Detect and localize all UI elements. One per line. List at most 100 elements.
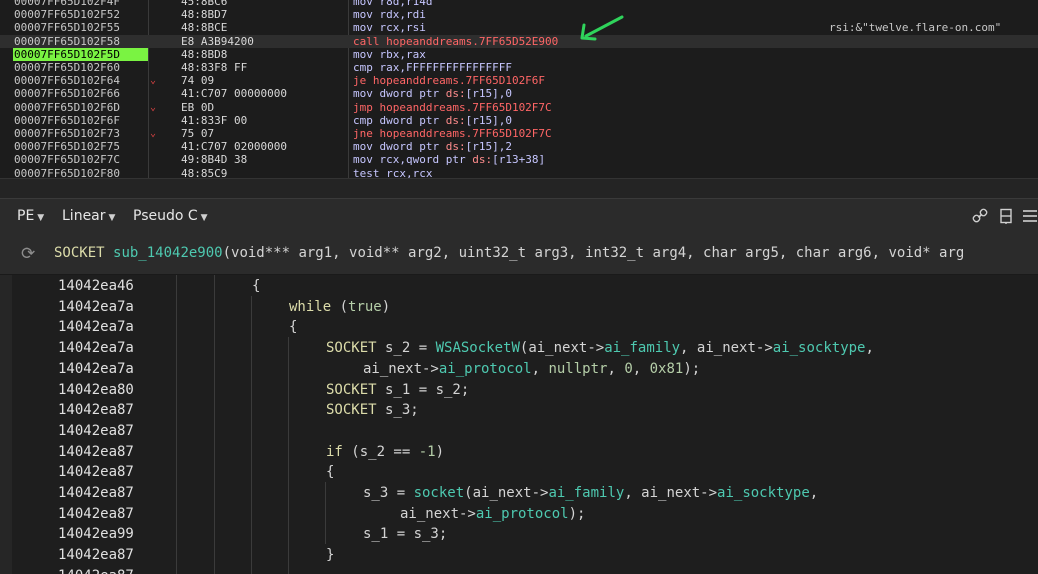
disasm-instruction[interactable]: cmp dword ptr ds:[r15],0 [353,114,512,127]
code-address[interactable]: 14042ea87 [58,400,134,421]
disasm-row[interactable]: 00007FF65D102F55 48:8BCE mov rcx,rsi rsi:&"… [0,21,1038,34]
code-line[interactable]: 14042ea7a SOCKET s_2 = WSASocketW(ai_next… [0,338,1038,359]
code-line[interactable]: 14042ea87 [0,421,1038,442]
code-address[interactable]: 14042ea7a [58,338,134,359]
disasm-instruction[interactable]: mov dword ptr ds:[r15],0 [353,87,512,100]
code-address[interactable]: 14042ea87 [58,442,134,463]
code-text[interactable]: } [326,545,334,566]
code-text[interactable]: ai_next->ai_protocol); [400,504,585,525]
code-address[interactable]: 14042ea99 [58,524,134,545]
disasm-instruction[interactable]: mov r8d,r14d [353,0,432,8]
code-text[interactable]: { [326,462,334,483]
disasm-instruction[interactable]: jne hopeanddreams.7FF65D102F7C [353,127,552,140]
code-line[interactable]: 14042ea7a { [0,317,1038,338]
disasm-row[interactable]: 00007FF65D102F5D 48:8BD8 mov rbx,rax [0,47,1038,61]
disasm-instruction[interactable]: mov rcx,qword ptr ds:[r13+38] [353,153,545,166]
link-icon[interactable] [972,208,988,224]
refresh-icon[interactable]: ⟳ [21,244,35,264]
code-address[interactable]: 14042ea87 [58,462,134,483]
disasm-address[interactable]: 00007FF65D102F75 [14,140,148,153]
code-line[interactable]: 14042ea80 SOCKET s_1 = s_2; [0,380,1038,401]
code-text[interactable]: while (true) [289,297,390,318]
code-address[interactable]: 14042ea7a [58,297,134,318]
pane-splitter[interactable] [0,178,1038,199]
code-address[interactable]: 14042ea87 [58,545,134,566]
code-text[interactable]: s_3 = socket(ai_next->ai_family, ai_next… [363,483,818,504]
disasm-instruction[interactable]: mov rdx,rdi [353,8,426,21]
code-text[interactable]: SOCKET s_1 = s_2; [326,380,469,401]
disasm-address[interactable]: 00007FF65D102F66 [14,87,148,100]
disasm-instruction[interactable]: mov rbx,rax [353,48,426,61]
code-address[interactable]: 14042ea7a [58,359,134,380]
code-address[interactable]: 14042ea46 [58,276,134,297]
code-line[interactable]: 14042ea87 s_3 = socket(ai_next->ai_family… [0,483,1038,504]
disasm-row[interactable]: 00007FF65D102F75 41:C707 02000000 mov dwor… [0,140,1038,153]
code-address[interactable]: 14042ea87 [58,566,134,574]
code-line[interactable]: 14042ea87 [0,566,1038,574]
disasm-address[interactable]: 00007FF65D102F7C [14,153,148,166]
code-text[interactable]: { [252,276,260,297]
jump-arrow-icon: ⌄ [150,75,157,87]
language-dropdown[interactable]: Pseudo C ▼ [133,208,208,224]
disasm-address[interactable]: 00007FF65D102F52 [14,8,148,21]
disasm-instruction[interactable]: jmp hopeanddreams.7FF65D102F7C [353,101,552,114]
function-signature[interactable]: SOCKET sub_14042e900(void*** arg1, void*… [54,245,964,261]
code-text[interactable]: SOCKET s_3; [326,400,419,421]
disasm-address[interactable]: 00007FF65D102F58 [14,35,148,48]
disasm-instruction[interactable]: test rcx,rcx [353,167,432,178]
code-address[interactable]: 14042ea80 [58,380,134,401]
disasm-address[interactable]: 00007FF65D102F4F [14,0,148,8]
code-text[interactable]: SOCKET s_2 = WSASocketW(ai_next->ai_fami… [326,338,874,359]
disasm-row[interactable]: 00007FF65D102F66 41:C707 00000000 mov dwor… [0,87,1038,100]
code-text[interactable]: ai_next->ai_protocol, nullptr, 0, 0x81); [363,359,700,380]
disasm-address[interactable]: 00007FF65D102F55 [14,21,148,34]
disasm-address[interactable]: 00007FF65D102F80 [14,167,148,178]
disasm-row[interactable]: 00007FF65D102F73 ⌄ 75 07 jne hopeanddreams.… [0,127,1038,140]
code-line[interactable]: 14042ea87 SOCKET s_3; [0,400,1038,421]
mode-dropdown[interactable]: Linear ▼ [62,208,115,224]
return-type: SOCKET [54,245,105,261]
disasm-row[interactable]: 00007FF65D102F7C 49:8B4D 38 mov rcx,qword … [0,153,1038,166]
split-view-icon[interactable] [999,208,1013,224]
disasm-row[interactable]: 00007FF65D102F6D ⌄ EB 0D jmp hopeanddreams.… [0,101,1038,114]
disasm-instruction[interactable]: je hopeanddreams.7FF65D102F6F [353,74,545,87]
disasm-address[interactable]: 00007FF65D102F6D [14,101,148,114]
code-address[interactable]: 14042ea87 [58,483,134,504]
disasm-row[interactable]: 00007FF65D102F4F 45:8BC6 mov r8d,r14d [0,0,1038,8]
disasm-row[interactable]: 00007FF65D102F58 E8 A3B94200 call hopeandd… [0,34,1038,48]
code-line[interactable]: 14042ea87 ai_next->ai_protocol); [0,504,1038,525]
disasm-row[interactable]: 00007FF65D102F6F 41:833F 00 cmp dword ptr … [0,114,1038,127]
disasm-row[interactable]: 00007FF65D102F80 48:85C9 test rcx,rcx [0,167,1038,178]
view-dropdown[interactable]: PE ▼ [17,208,44,224]
code-line[interactable]: 14042ea87 { [0,462,1038,483]
disasm-address[interactable]: 00007FF65D102F5D [13,47,148,61]
code-text[interactable]: s_1 = s_3; [363,524,447,545]
disasm-address[interactable]: 00007FF65D102F60 [14,61,148,74]
code-address[interactable]: 14042ea87 [58,504,134,525]
menu-icon[interactable] [1022,209,1038,223]
code-address[interactable]: 14042ea7a [58,317,134,338]
disasm-row[interactable]: 00007FF65D102F60 48:83F8 FF cmp rax,FFFFFF… [0,61,1038,74]
code-line[interactable]: 14042ea99 s_1 = s_3; [0,524,1038,545]
disasm-row[interactable]: 00007FF65D102F52 48:8BD7 mov rdx,rdi [0,8,1038,21]
code-line[interactable]: 14042ea87 if (s_2 == -1) [0,442,1038,463]
disasm-instruction[interactable]: cmp rax,FFFFFFFFFFFFFFFF [353,61,512,74]
disassembly-pane[interactable]: 00007FF65D102F4F 45:8BC6 mov r8d,r14d 00007… [0,0,1038,178]
disasm-instruction[interactable]: call hopeanddreams.7FF65D52E900 [353,35,558,48]
disasm-instruction[interactable]: mov dword ptr ds:[r15],2 [353,140,512,153]
disasm-row[interactable]: 00007FF65D102F64 ⌄ 74 09 je hopeanddreams.7… [0,74,1038,87]
disasm-address[interactable]: 00007FF65D102F64 [14,74,148,87]
disasm-bytes: 48:83F8 FF [181,61,248,74]
code-line[interactable]: 14042ea46 { [0,276,1038,297]
pseudo-c-code-view[interactable]: 14042ea46{14042ea7a while (true) 14042ea7a… [0,275,1038,574]
disasm-instruction[interactable]: mov rcx,rsi [353,21,426,34]
code-text[interactable]: { [289,317,297,338]
code-address[interactable]: 14042ea87 [58,421,134,442]
disasm-address[interactable]: 00007FF65D102F73 [14,127,148,140]
code-text[interactable]: if (s_2 == -1) [326,442,444,463]
function-name[interactable]: sub_14042e900 [113,245,223,261]
code-line[interactable]: 14042ea7a while (true) [0,297,1038,318]
code-line[interactable]: 14042ea7a ai_next->ai_protocol, nullptr, … [0,359,1038,380]
code-line[interactable]: 14042ea87} [0,545,1038,566]
disasm-address[interactable]: 00007FF65D102F6F [14,114,148,127]
